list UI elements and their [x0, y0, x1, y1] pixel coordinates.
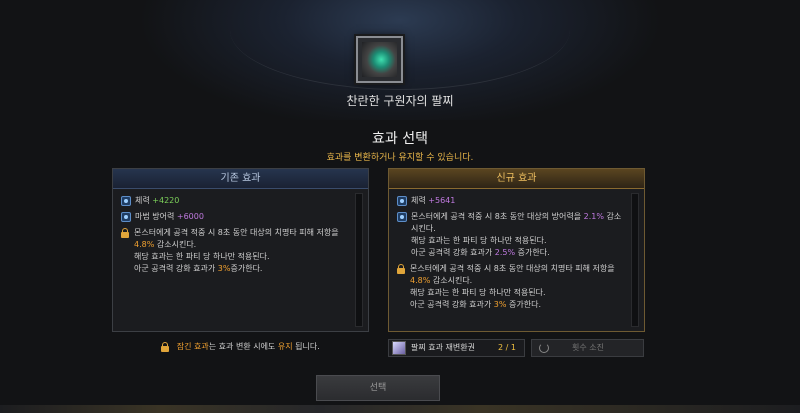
reroll-button[interactable]: 횟수 소진	[531, 339, 644, 357]
effect-text: 몬스터에게 공격 적중 시 8초 동안 대상의 치명타 피해 저항을	[410, 264, 615, 273]
effect-text: 아군 공격력 강화 효과가	[410, 300, 492, 309]
note-text: 됩니다.	[295, 342, 320, 351]
new-effects-header: 신규 효과	[389, 169, 644, 189]
stat-label: 체력	[411, 196, 426, 205]
lock-icon	[161, 342, 170, 352]
stat-value: +5641	[428, 196, 456, 205]
reroll-button-label: 횟수 소진	[572, 343, 604, 352]
lock-icon	[121, 228, 129, 238]
note-text: 는 효과 변환 시에도	[208, 342, 276, 351]
stat-value: +6000	[176, 212, 204, 221]
effect-text: 증가한다.	[230, 264, 263, 273]
gem-icon	[397, 212, 407, 222]
effect-text: 해당 효과는 한 파티 당 하나만 적용된다.	[134, 252, 270, 261]
item-slot	[356, 36, 403, 83]
dialog-title: 효과 선택	[372, 131, 428, 147]
new-scrollbar[interactable]	[631, 193, 639, 327]
effect-text: 시킨다.	[411, 224, 436, 233]
effect-text: 아군 공격력 강화 효과가	[134, 264, 216, 273]
effect-line: 체력 +5641	[397, 195, 625, 207]
select-button[interactable]: 선택	[316, 375, 440, 401]
effect-percent: 3%	[493, 300, 507, 309]
effect-text: 몬스터에게 공격 적중 시 8초 동안 대상의 치명타 피해 저항을	[134, 228, 339, 237]
effect-text: 몬스터에게 공격 적중 시 8초 동안 대상의 방어력을	[411, 212, 582, 221]
locked-effect: 몬스터에게 공격 적중 시 8초 동안 대상의 치명타 피해 저항을 4.8% …	[121, 227, 349, 275]
stat-label: 마법 방어력	[135, 212, 175, 221]
effect-line: 체력 +4220	[121, 195, 349, 207]
effect-line: 몬스터에게 공격 적중 시 8초 동안 대상의 방어력을 2.1% 감소 시킨다…	[397, 211, 625, 259]
effect-text: 감소시킨다.	[432, 276, 473, 285]
effect-percent: 2.5%	[494, 248, 516, 257]
locked-effect: 몬스터에게 공격 적중 시 8초 동안 대상의 치명타 피해 저항을 4.8% …	[397, 263, 625, 311]
lock-icon	[397, 264, 405, 274]
gem-icon	[121, 196, 131, 206]
effect-percent: 4.8%	[410, 276, 431, 285]
refresh-icon	[539, 343, 549, 353]
existing-effects-header: 기존 효과	[113, 169, 368, 189]
effect-text: 해당 효과는 한 파티 당 하나만 적용된다.	[411, 236, 547, 245]
dialog-subtitle: 효과를 변환하거나 유지할 수 있습니다.	[326, 153, 474, 163]
existing-effects-panel[interactable]: 기존 효과 체력 +4220 마법 방어력 +6000 몬스터에게 공격 적중 …	[112, 168, 369, 332]
effect-percent: 3%	[217, 264, 231, 273]
effect-text: 감소시킨다.	[156, 240, 197, 249]
item-name: 찬란한 구원자의 팔찌	[346, 94, 454, 108]
effect-percent: 2.1%	[583, 212, 604, 221]
effect-text: 해당 효과는 한 파티 당 하나만 적용된다.	[410, 288, 546, 297]
bracelet-icon	[362, 42, 397, 77]
stat-value: +4220	[152, 196, 180, 205]
gem-icon	[397, 196, 407, 206]
coupon-label: 팔찌 효과 재변환권	[411, 343, 475, 352]
gem-icon	[121, 212, 131, 222]
coupon-count: 2 / 1	[498, 343, 516, 352]
effect-text: 증가한다.	[509, 300, 542, 309]
existing-effects-list: 체력 +4220 마법 방어력 +6000 몬스터에게 공격 적중 시 8초 동…	[117, 193, 353, 327]
bottom-strip	[0, 405, 800, 413]
note-highlight: 유지	[277, 342, 293, 351]
note-highlight: 잠긴 효과	[176, 342, 209, 351]
existing-scrollbar[interactable]	[355, 193, 363, 327]
coupon-icon	[392, 341, 406, 355]
effect-percent: 4.8%	[134, 240, 155, 249]
new-effects-panel[interactable]: 신규 효과 체력 +5641 몬스터에게 공격 적중 시 8초 동안 대상의 방…	[388, 168, 645, 332]
new-effects-list: 체력 +5641 몬스터에게 공격 적중 시 8초 동안 대상의 방어력을 2.…	[393, 193, 629, 327]
effect-text: 감소	[606, 212, 622, 221]
reroll-coupon: 팔찌 효과 재변환권 2 / 1	[388, 339, 525, 357]
effect-text: 아군 공격력 강화 효과가	[411, 248, 493, 257]
locked-effect-note: 잠긴 효과는 효과 변환 시에도 유지 됩니다.	[112, 341, 369, 352]
stat-label: 체력	[135, 196, 150, 205]
effect-text: 증가한다.	[517, 248, 550, 257]
effect-line: 마법 방어력 +6000	[121, 211, 349, 223]
